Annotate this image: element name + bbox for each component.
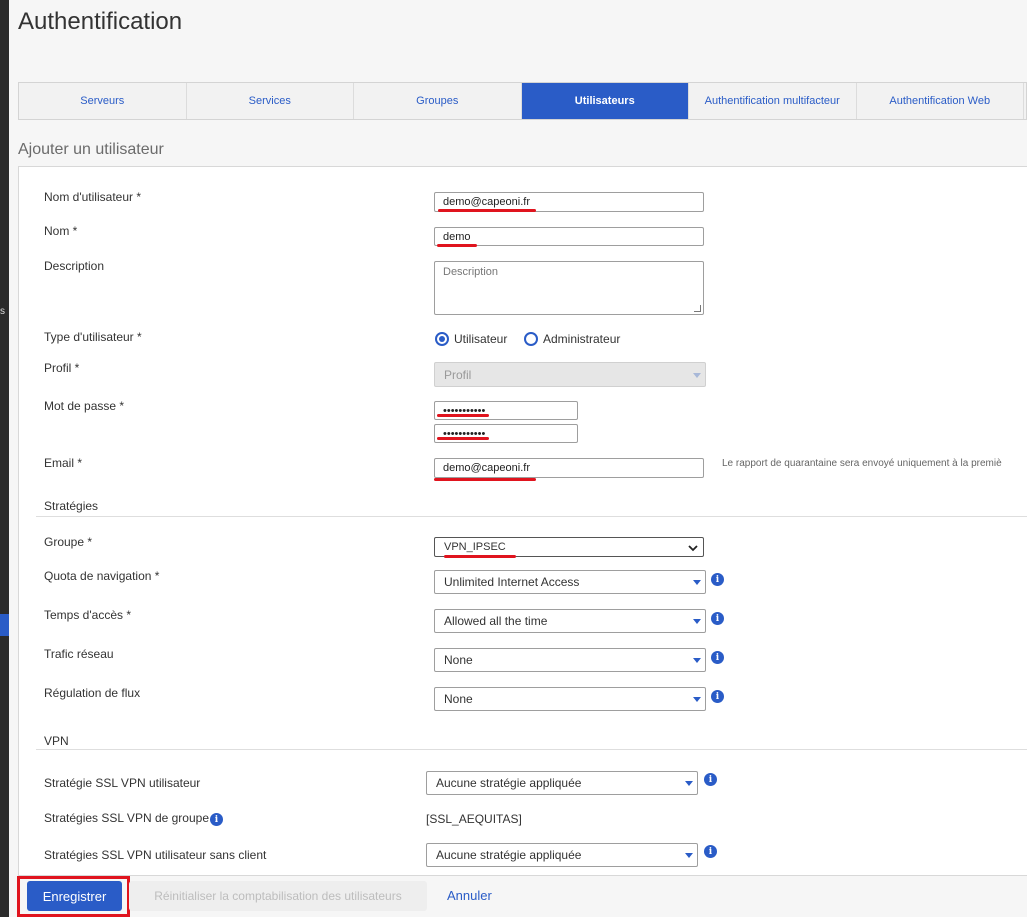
quota-select-value: Unlimited Internet Access	[444, 575, 580, 589]
username-label: Nom d'utilisateur *	[44, 190, 141, 204]
user-type-label: Type d'utilisateur *	[44, 330, 142, 344]
resize-handle-icon[interactable]	[694, 305, 701, 312]
ssl-user-label: Stratégie SSL VPN utilisateur	[44, 776, 201, 790]
vpn-heading: VPN	[44, 734, 69, 748]
tab-serveurs[interactable]: Serveurs	[19, 83, 187, 119]
tab-authentification-web[interactable]: Authentification Web	[857, 83, 1024, 119]
email-input[interactable]: demo@capeoni.fr	[434, 458, 704, 478]
strategies-heading: Stratégies	[44, 499, 99, 513]
caret-down-icon	[693, 580, 701, 585]
caret-down-icon	[693, 619, 701, 624]
access-time-select[interactable]: Allowed all the time	[434, 609, 706, 633]
email-label: Email *	[44, 456, 83, 470]
info-icon[interactable]: i	[704, 845, 717, 858]
tab-authentification-multifacteur[interactable]: Authentification multifacteur	[689, 83, 857, 119]
caret-down-icon	[685, 781, 693, 786]
left-nav-strip: s	[0, 0, 9, 917]
ssl-group-value: [SSL_AEQUITAS]	[426, 812, 522, 826]
profile-select: Profil	[434, 362, 706, 387]
info-icon[interactable]: i	[711, 690, 724, 703]
annotation-underline	[444, 555, 516, 558]
password-label: Mot de passe *	[44, 399, 125, 413]
description-label: Description	[44, 259, 105, 273]
flow-select-value: None	[444, 692, 473, 706]
traffic-select-value: None	[444, 653, 473, 667]
access-time-select-value: Allowed all the time	[444, 614, 548, 628]
radio-administrateur-label: Administrateur	[543, 332, 621, 346]
save-button[interactable]: Enregistrer	[27, 881, 122, 911]
info-icon[interactable]: i	[711, 612, 724, 625]
info-icon[interactable]: i	[711, 651, 724, 664]
flow-select[interactable]: None	[434, 687, 706, 711]
ssl-user-select-value: Aucune stratégie appliquée	[436, 776, 582, 790]
group-select-value: VPN_IPSEC	[444, 541, 506, 553]
access-time-label: Temps d'accès *	[44, 608, 131, 622]
ssl-user-select[interactable]: Aucune stratégie appliquée	[426, 771, 698, 795]
annotation-underline	[438, 209, 536, 212]
traffic-label: Trafic réseau	[44, 647, 114, 661]
nav-fragment: s	[0, 306, 5, 317]
radio-checked-icon	[435, 332, 449, 346]
traffic-select[interactable]: None	[434, 648, 706, 672]
description-placeholder: Description	[443, 266, 499, 278]
tab-utilisateurs[interactable]: Utilisateurs	[521, 83, 689, 119]
quota-select[interactable]: Unlimited Internet Access	[434, 570, 706, 594]
ssl-clientless-label: Stratégies SSL VPN utilisateur sans clie…	[44, 848, 267, 862]
annotation-underline	[437, 244, 477, 247]
annotation-underline	[437, 414, 489, 417]
password-confirm-input[interactable]: •••••••••••	[434, 424, 578, 443]
info-icon[interactable]: i	[704, 773, 717, 786]
description-textarea[interactable]: Description	[434, 261, 704, 315]
group-label: Groupe *	[44, 535, 93, 549]
section-divider	[36, 749, 1027, 750]
caret-down-icon	[693, 372, 701, 378]
section-title: Ajouter un utilisateur	[18, 141, 164, 158]
tab-bar: Serveurs Services Groupes Utilisateurs A…	[18, 82, 1027, 120]
chevron-down-icon	[688, 545, 698, 552]
tab-services[interactable]: Services	[187, 83, 354, 119]
annotation-underline	[434, 478, 536, 481]
quota-label: Quota de navigation *	[44, 569, 160, 583]
group-select[interactable]: VPN_IPSEC	[434, 537, 704, 557]
radio-administrateur[interactable]: Administrateur	[524, 332, 620, 346]
flow-label: Régulation de flux	[44, 686, 141, 700]
radio-unchecked-icon	[524, 332, 538, 346]
reset-accounting-button: Réinitialiser la comptabilisation des ut…	[129, 881, 427, 911]
ssl-clientless-select-value: Aucune stratégie appliquée	[436, 848, 582, 862]
tab-groupes[interactable]: Groupes	[354, 83, 522, 119]
annotation-underline	[437, 437, 489, 440]
cancel-link[interactable]: Annuler	[447, 888, 492, 903]
page-title: Authentification	[18, 8, 183, 35]
profile-label: Profil *	[44, 361, 80, 375]
nav-active-indicator[interactable]	[0, 614, 9, 636]
caret-down-icon	[693, 658, 701, 663]
info-icon[interactable]: i	[711, 573, 724, 586]
radio-utilisateur[interactable]: Utilisateur	[435, 332, 507, 346]
info-icon[interactable]: i	[210, 813, 223, 826]
caret-down-icon	[693, 697, 701, 702]
radio-utilisateur-label: Utilisateur	[454, 332, 508, 346]
ssl-group-label: Stratégies SSL VPN de groupe	[44, 811, 209, 825]
profile-select-value: Profil	[444, 367, 472, 382]
caret-down-icon	[685, 853, 693, 858]
section-divider	[36, 516, 1027, 517]
quarantine-note: Le rapport de quarantaine sera envoyé un…	[722, 458, 1002, 469]
name-label: Nom *	[44, 224, 78, 238]
ssl-clientless-select[interactable]: Aucune stratégie appliquée	[426, 843, 698, 867]
password-input[interactable]: •••••••••••	[434, 401, 578, 420]
